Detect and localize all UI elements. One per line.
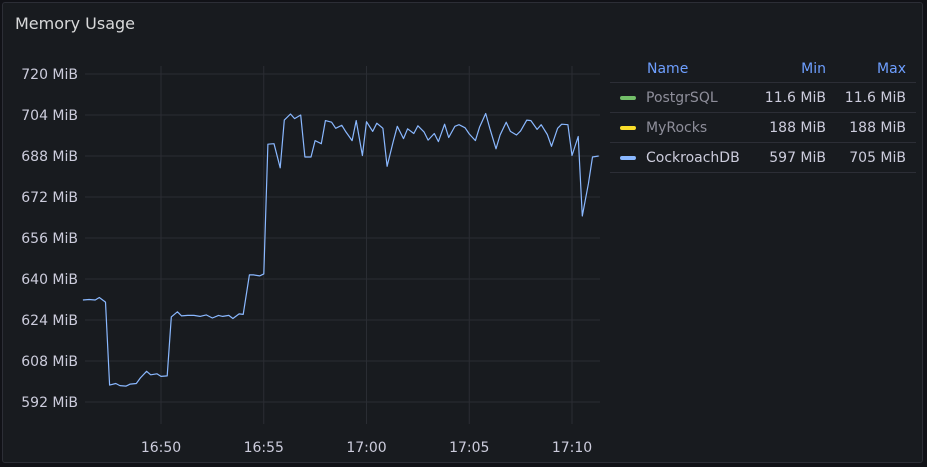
y-tick-label: 720 MiB [21,67,78,83]
legend-row-myrocks[interactable]: MyRocks 188 MiB 188 MiB [610,113,916,143]
legend-row-postgresql[interactable]: PostgrSQL 11.6 MiB 11.6 MiB [610,83,916,113]
legend-series-name[interactable]: PostgrSQL [646,90,718,106]
legend-min-value: 597 MiB [769,149,826,166]
x-tick-label: 17:00 [346,440,386,456]
legend-header-max[interactable]: Max [826,61,916,77]
legend-table: Name Min Max PostgrSQL 11.6 MiB 11.6 MiB… [610,56,916,173]
chart-series [82,112,599,387]
y-tick-label: 688 MiB [21,149,78,165]
y-axis: 720 MiB 704 MiB 688 MiB 672 MiB 656 MiB 640 M… [21,67,78,411]
y-tick-label: 592 MiB [21,395,78,411]
legend-series-name[interactable]: CockroachDB [646,150,740,166]
series-color-swatch[interactable] [620,95,636,100]
y-tick-label: 672 MiB [21,190,78,206]
series-color-swatch[interactable] [620,155,636,160]
legend-header: Name Min Max [610,56,916,83]
x-tick-label: 16:50 [141,440,181,456]
legend-max-value: 188 MiB [849,119,906,136]
x-tick-label: 17:10 [552,440,592,456]
x-tick-label: 17:05 [449,440,489,456]
y-tick-label: 608 MiB [21,354,78,370]
legend-header-min[interactable]: Min [748,61,826,77]
y-tick-label: 656 MiB [21,231,78,247]
y-tick-label: 624 MiB [21,313,78,329]
legend-min-value: 11.6 MiB [764,89,826,106]
y-tick-label: 640 MiB [21,272,78,288]
chart-grid [85,66,600,424]
series-line-cockroachdb[interactable] [82,112,599,387]
legend-min-value: 188 MiB [769,119,826,136]
legend-row-cockroachdb[interactable]: CockroachDB 597 MiB 705 MiB [610,143,916,173]
legend-max-value: 705 MiB [849,149,906,166]
series-color-swatch[interactable] [620,125,636,130]
x-axis: 16:50 16:55 17:00 17:05 17:10 [141,440,592,456]
y-tick-label: 704 MiB [21,108,78,124]
x-tick-label: 16:55 [244,440,284,456]
legend-header-name[interactable]: Name [610,61,748,77]
legend-series-name[interactable]: MyRocks [646,120,707,136]
legend-max-value: 11.6 MiB [844,89,906,106]
